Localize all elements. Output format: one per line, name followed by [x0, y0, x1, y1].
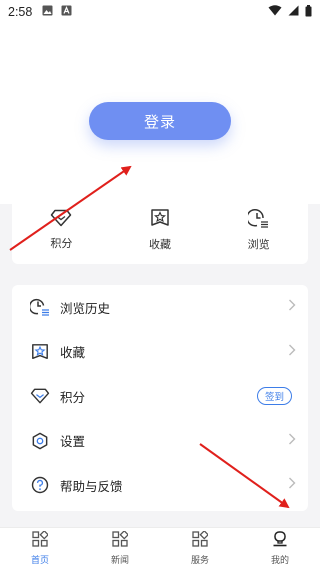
menu-item-favorites[interactable]: 收藏: [12, 330, 308, 375]
checkin-badge-button[interactable]: 签到: [256, 387, 292, 406]
tab-mine[interactable]: 我的: [240, 528, 320, 568]
stat-points[interactable]: 积分: [12, 196, 111, 264]
image-icon: [42, 5, 53, 19]
menu-label: 收藏: [60, 345, 86, 361]
home-grid-icon: [32, 529, 50, 551]
stat-favorites-label: 收藏: [149, 238, 171, 251]
stat-points-label: 积分: [50, 237, 73, 250]
menu-item-browse-history[interactable]: 浏览历史: [12, 285, 308, 330]
chevron-right-icon: [288, 344, 296, 360]
menu-item-settings[interactable]: 设置: [12, 419, 308, 464]
gear-icon: [30, 431, 50, 451]
menu-label: 设置: [60, 434, 86, 450]
status-bar: 2:58: [0, 0, 320, 24]
chevron-right-icon: [288, 299, 296, 315]
login-button[interactable]: 登录: [89, 102, 231, 140]
news-grid-icon: [112, 529, 130, 551]
bottom-tab-bar: 首页 新闻 服务 我的: [0, 527, 320, 568]
menu-label: 浏览历史: [60, 300, 111, 316]
signal-icon: [288, 5, 299, 19]
diamond-icon: [30, 386, 50, 406]
history-icon: [245, 208, 270, 232]
stats-card: 积分 收藏 浏览: [12, 196, 308, 264]
profile-header: 登录: [0, 24, 320, 204]
menu-label: 积分: [60, 389, 86, 405]
chevron-right-icon: [288, 433, 296, 449]
history-icon: [30, 297, 50, 317]
stat-favorites[interactable]: 收藏: [111, 196, 210, 264]
menu-item-points[interactable]: 积分 签到: [12, 374, 308, 419]
stat-browse[interactable]: 浏览: [209, 196, 308, 264]
tab-label: 我的: [270, 555, 289, 566]
help-icon: [30, 475, 50, 495]
status-time: 2:58: [8, 5, 33, 19]
star-icon: [150, 208, 170, 232]
letter-a-icon: [61, 5, 72, 19]
tab-services[interactable]: 服务: [160, 528, 240, 568]
service-grid-icon: [192, 529, 210, 551]
diamond-icon: [50, 209, 72, 231]
tab-label: 服务: [190, 555, 209, 566]
tab-label: 新闻: [110, 555, 129, 566]
chevron-right-icon: [288, 477, 296, 493]
stat-browse-label: 浏览: [247, 238, 270, 251]
wifi-icon: [268, 5, 282, 19]
menu-label: 帮助与反馈: [60, 478, 123, 494]
profile-icon: [272, 530, 288, 551]
menu-list: 浏览历史 收藏 积分 签到 设置 帮助与反馈: [12, 285, 308, 511]
tab-label: 首页: [30, 555, 49, 566]
tab-news[interactable]: 新闻: [80, 528, 160, 568]
tab-home[interactable]: 首页: [0, 528, 80, 568]
star-icon: [30, 342, 50, 362]
battery-icon: [305, 4, 312, 20]
menu-item-help-feedback[interactable]: 帮助与反馈: [12, 463, 308, 508]
